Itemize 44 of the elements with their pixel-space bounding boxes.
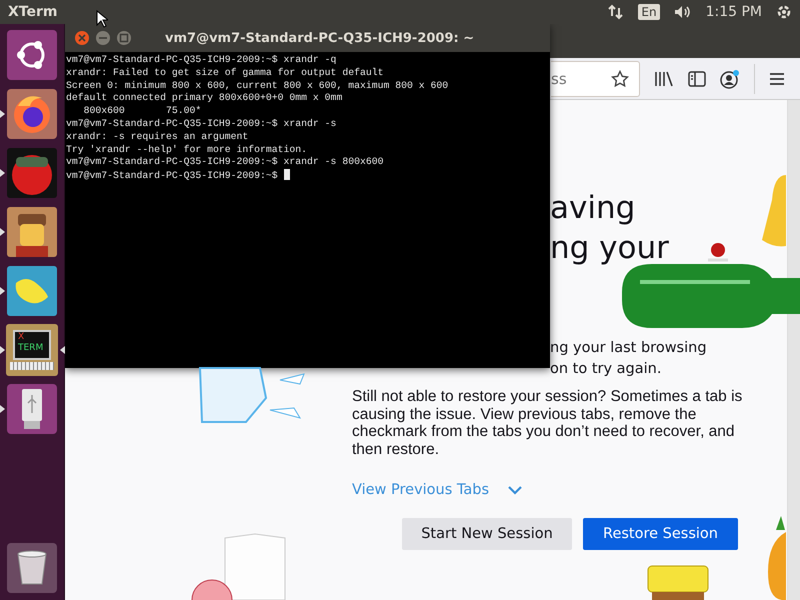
- clock[interactable]: 1:15 PM: [706, 4, 762, 20]
- page-heading: aving: [550, 189, 636, 228]
- terminal-line: vm7@vm7-Standard-PC-Q35-ICH9-2009:~$: [66, 170, 279, 182]
- terminal-icon[interactable]: X TERM: [6, 324, 58, 376]
- terminal-line: vm7@vm7-Standard-PC-Q35-ICH9-2009:~$ xrandr -s 800x600: [66, 156, 384, 168]
- terminal-line: vm7@vm7-Standard-PC-Q35-ICH9-2009:~$ xrandr -s: [66, 118, 336, 129]
- network-icon[interactable]: [608, 4, 624, 20]
- restore-session-button[interactable]: Restore Session: [583, 518, 738, 550]
- sidebar-icon[interactable]: [688, 70, 706, 86]
- usb-drive-icon[interactable]: [6, 383, 58, 435]
- help-paragraph: Still not able to restore your session? Sometimes a tab is causing the issue. View previous tabs, remove the checkmark from the tabs you don’t need to recover, and then restore.: [352, 388, 744, 458]
- terminal-line: Screen 0: minimum 800 x 600, current 800 x 600, maximum 800 x 600: [66, 80, 448, 91]
- start-new-session-button[interactable]: Start New Session: [402, 518, 572, 550]
- terminal-line: 800x600 75.00*: [82, 105, 202, 116]
- terminal-line: xrandr: -s requires an argument: [66, 130, 248, 142]
- chevron-down-icon[interactable]: [507, 485, 524, 495]
- library-icon[interactable]: [654, 70, 674, 88]
- settings-icon[interactable]: [776, 4, 792, 20]
- close-icon[interactable]: [74, 30, 90, 46]
- maximize-icon[interactable]: [116, 30, 132, 46]
- page-heading: ng your: [550, 229, 669, 268]
- address-field[interactable]: ss: [551, 60, 640, 96]
- intro-text: ng your last browsing: [550, 339, 708, 358]
- intro-text: on to try again.: [550, 360, 662, 379]
- scrollbar[interactable]: [787, 100, 800, 600]
- tile-icon[interactable]: [6, 265, 58, 317]
- trash-icon[interactable]: [6, 542, 58, 594]
- cursor-icon: [96, 10, 108, 28]
- app-title: XTerm: [8, 4, 58, 20]
- window-title: vm7@vm7-Standard-PC-Q35-ICH9-2009: ~: [165, 30, 474, 46]
- terminal-line: Try 'xrandr --help' for more information.: [66, 144, 308, 155]
- account-icon[interactable]: [720, 68, 740, 88]
- bookmark-star-icon[interactable]: [611, 70, 629, 88]
- menu-icon[interactable]: [769, 72, 785, 86]
- keyboard-layout[interactable]: En: [638, 4, 660, 20]
- terminal-line: xrandr: Failed to get size of gamma for output default: [66, 66, 384, 78]
- minimize-icon[interactable]: [95, 30, 111, 46]
- figure-icon[interactable]: [6, 206, 58, 258]
- terminal-line: default connected primary 800x600+0+0 0mm x 0mm: [66, 92, 342, 104]
- ubuntu-icon[interactable]: [6, 29, 58, 81]
- volume-icon[interactable]: [674, 4, 692, 20]
- terminal-line: vm7@vm7-Standard-PC-Q35-ICH9-2009:~$ xrandr -q: [66, 54, 336, 65]
- firefox-icon[interactable]: [6, 88, 58, 140]
- blob-drawing: [192, 580, 232, 600]
